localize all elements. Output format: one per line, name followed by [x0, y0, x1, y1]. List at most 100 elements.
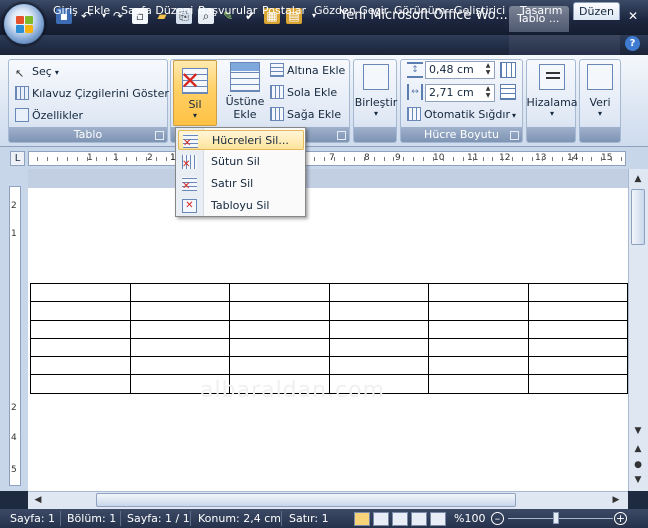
- table-cell[interactable]: [30, 282, 131, 303]
- insert-left-button[interactable]: Sola Ekle: [270, 83, 337, 103]
- table-cell[interactable]: [527, 319, 628, 339]
- column-width-input[interactable]: 2,71 cm ▲ ▼: [425, 84, 495, 102]
- tab-gozden-gecir[interactable]: Gözden Geçir: [309, 2, 393, 20]
- table-cell[interactable]: [328, 282, 429, 303]
- vertical-scroll-thumb[interactable]: [631, 189, 645, 245]
- status-line[interactable]: Satır: 1: [289, 512, 329, 525]
- table-cell[interactable]: [229, 301, 330, 321]
- status-page-of[interactable]: Sayfa: 1 / 1: [127, 512, 190, 525]
- menu-item-delete-cells[interactable]: ✕ Hücreleri Sil...: [178, 130, 304, 150]
- table-cell[interactable]: [30, 374, 131, 394]
- table-cell[interactable]: [30, 319, 131, 339]
- close-icon[interactable]: ✕: [624, 8, 642, 24]
- table-cell[interactable]: [428, 337, 529, 358]
- horizontal-scrollbar[interactable]: ◀ ▶: [28, 491, 628, 509]
- insert-below-button[interactable]: Altına Ekle: [270, 61, 345, 81]
- tab-duzen[interactable]: Düzen: [573, 2, 620, 20]
- table-cell[interactable]: [129, 337, 230, 358]
- status-page[interactable]: Sayfa: 1: [10, 512, 55, 525]
- table-cell[interactable]: [328, 301, 429, 321]
- status-section[interactable]: Bölüm: 1: [67, 512, 116, 525]
- table-cell[interactable]: [527, 356, 628, 376]
- status-position[interactable]: Konum: 2,4 cm: [198, 512, 281, 525]
- distribute-columns-icon[interactable]: [500, 84, 516, 100]
- help-icon[interactable]: ?: [625, 36, 640, 51]
- tab-postalar[interactable]: Postalar: [257, 2, 311, 20]
- table-cell[interactable]: [527, 374, 628, 394]
- table-cell[interactable]: [229, 337, 330, 358]
- alignment-button[interactable]: Hizalama ▾: [526, 64, 578, 118]
- autofit-button[interactable]: Otomatik Sığdır ▾: [407, 105, 516, 125]
- tab-tasarim[interactable]: Tasarım: [515, 2, 567, 20]
- tab-gorunum[interactable]: Görünüm: [389, 2, 450, 20]
- draft-icon[interactable]: [430, 512, 446, 526]
- menu-item-delete-table[interactable]: ✕ Tabloyu Sil: [178, 196, 304, 216]
- table-cell[interactable]: [229, 282, 330, 303]
- tab-ekle[interactable]: Ekle: [82, 2, 115, 20]
- zoom-level[interactable]: %100: [454, 512, 485, 525]
- table-cell[interactable]: [328, 337, 429, 358]
- zoom-slider-thumb[interactable]: [553, 512, 559, 524]
- properties-button[interactable]: Özellikler: [15, 106, 83, 126]
- menu-item-delete-row[interactable]: ✕ Satır Sil: [178, 174, 304, 194]
- table-cell[interactable]: [527, 301, 628, 321]
- table-cell[interactable]: [527, 337, 628, 358]
- scroll-right-icon[interactable]: ▶: [608, 492, 624, 508]
- zoom-in-icon[interactable]: +: [614, 512, 627, 525]
- print-layout-icon[interactable]: [354, 512, 370, 526]
- tab-sayfa-duzeni[interactable]: Sayfa Düzeni: [116, 2, 198, 20]
- table-cell[interactable]: [129, 319, 230, 339]
- insert-above-button[interactable]: Üstüne Ekle: [224, 62, 266, 121]
- zoom-out-icon[interactable]: –: [491, 512, 504, 525]
- scroll-up-icon[interactable]: ▲: [630, 171, 646, 187]
- insert-right-button[interactable]: Sağa Ekle: [270, 105, 341, 125]
- table-cell[interactable]: [428, 319, 529, 339]
- table-cell[interactable]: [30, 301, 131, 321]
- table-cell[interactable]: [229, 356, 330, 376]
- merge-button[interactable]: Birleştir ▾: [354, 64, 398, 118]
- data-button[interactable]: Veri ▾: [579, 64, 621, 118]
- table-cell[interactable]: [428, 374, 529, 394]
- select-button[interactable]: ↖ Seç ▾: [15, 62, 59, 82]
- scroll-down-icon[interactable]: ▼: [630, 423, 646, 439]
- row-height-input[interactable]: 0,48 cm ▲ ▼: [425, 61, 495, 79]
- office-button[interactable]: [3, 3, 45, 45]
- browse-object-icon[interactable]: ●: [630, 457, 646, 473]
- distribute-rows-icon[interactable]: [500, 62, 516, 78]
- tab-gelistirici[interactable]: Geliştirici: [449, 2, 510, 20]
- dialog-launcher-icon[interactable]: [155, 131, 164, 140]
- horizontal-ruler[interactable]: 1 1 2 1 3 7 8 9 10 11 12 13 14 15: [28, 151, 626, 166]
- spinner-arrows-icon[interactable]: ▲ ▼: [482, 85, 494, 101]
- menu-item-delete-column[interactable]: ✕ Sütun Sil: [178, 152, 304, 172]
- dialog-launcher-icon[interactable]: [337, 131, 346, 140]
- tab-giris[interactable]: Giriş: [48, 2, 83, 20]
- zoom-slider-track[interactable]: [508, 518, 613, 519]
- table-cell[interactable]: [328, 319, 429, 339]
- vertical-ruler[interactable]: 2 1 2 4 5: [9, 186, 21, 486]
- web-layout-icon[interactable]: [392, 512, 408, 526]
- document-page[interactable]: [28, 188, 628, 491]
- next-page-icon[interactable]: ▼: [630, 472, 646, 488]
- scroll-left-icon[interactable]: ◀: [30, 492, 46, 508]
- horizontal-scroll-thumb[interactable]: [96, 493, 516, 507]
- tab-selector-icon[interactable]: L: [10, 151, 25, 166]
- table-cell[interactable]: [428, 282, 529, 303]
- table-cell[interactable]: [30, 356, 131, 376]
- table-cell[interactable]: [129, 282, 230, 303]
- tab-basvurular[interactable]: Başvurular: [193, 2, 262, 20]
- full-screen-reading-icon[interactable]: [373, 512, 389, 526]
- table-cell[interactable]: [30, 337, 131, 358]
- gridlines-button[interactable]: Kılavuz Çizgilerini Göster: [15, 84, 169, 104]
- delete-button[interactable]: ✕ Sil ▾: [173, 60, 217, 126]
- spinner-arrows-icon[interactable]: ▲ ▼: [482, 62, 494, 78]
- vertical-scrollbar[interactable]: ▲ ▼ ▲ ● ▼: [628, 169, 648, 491]
- table-cell[interactable]: [129, 301, 230, 321]
- dialog-launcher-icon[interactable]: [510, 131, 519, 140]
- table-cell[interactable]: [129, 356, 230, 376]
- table-cell[interactable]: [428, 301, 529, 321]
- table-cell[interactable]: [527, 282, 628, 303]
- outline-icon[interactable]: [411, 512, 427, 526]
- table-cell[interactable]: [428, 356, 529, 376]
- table-cell[interactable]: [229, 319, 330, 339]
- table-cell[interactable]: [328, 356, 429, 376]
